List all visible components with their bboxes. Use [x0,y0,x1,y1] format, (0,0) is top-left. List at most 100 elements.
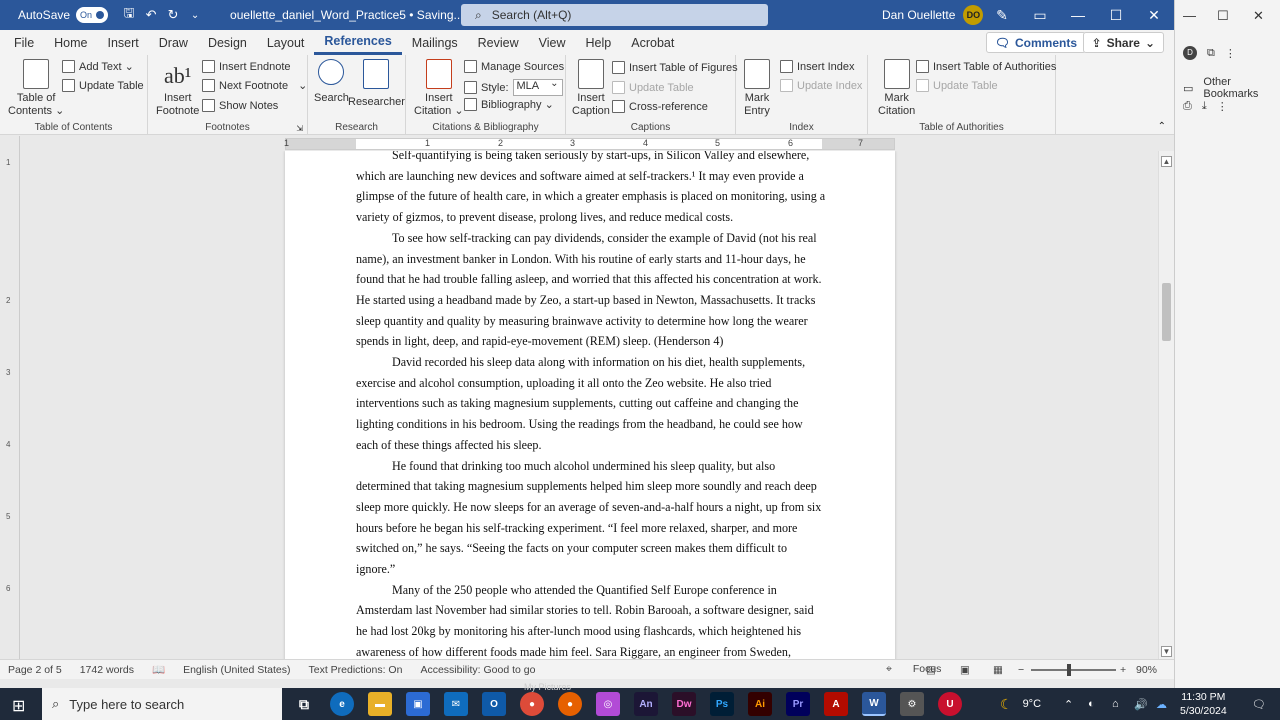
style-dropdown[interactable]: MLA [512,78,563,96]
tab-acrobat[interactable]: Acrobat [621,30,684,55]
paragraph[interactable]: To see how self-tracking can pay dividen… [356,228,826,352]
insert-caption-button[interactable]: Insert Caption [572,59,610,118]
show-notes-button[interactable]: Show Notes [202,99,278,112]
dialog-launcher-icon[interactable]: ⇲ [296,124,303,133]
other-bookmarks[interactable]: Other Bookmarks [1203,76,1280,100]
cross-reference-button[interactable]: Cross-reference [612,100,708,113]
download-icon[interactable]: ⤓ [1202,100,1207,113]
document-body[interactable]: Self-quantifying is being taken seriousl… [356,151,826,659]
tab-home[interactable]: Home [44,30,97,55]
save-icon[interactable]: 🖫 [118,4,140,26]
tab-insert[interactable]: Insert [98,30,149,55]
tab-review[interactable]: Review [468,30,529,55]
undo-icon[interactable]: ↶ [140,4,162,26]
insert-index-button[interactable]: Insert Index [780,60,854,73]
print-layout-icon[interactable]: ▣ [960,664,970,676]
outlook-icon[interactable]: O [482,692,506,716]
insert-table-of-figures-button[interactable]: Insert Table of Figures [612,61,738,74]
profile-icon[interactable]: D [1183,46,1197,60]
add-text-button[interactable]: Add Text ⌄ [62,60,134,73]
browser-minimize-icon[interactable]: — [1183,8,1196,23]
network-icon[interactable]: ⌂ [1112,688,1119,720]
firefox-icon[interactable]: ● [558,692,582,716]
update-table-button[interactable]: Update Table [62,79,144,92]
insert-citation-button[interactable]: Insert Citation ⌄ [414,59,464,118]
focus-mode[interactable]: ⌖ Focus [878,663,951,676]
paragraph[interactable]: Self-quantifying is being taken seriousl… [356,151,826,228]
tab-draw[interactable]: Draw [149,30,198,55]
tab-file[interactable]: File [0,30,44,55]
browser-maximize-icon[interactable]: ☐ [1217,8,1229,24]
document-area[interactable]: Self-quantifying is being taken seriousl… [21,151,1158,659]
insert-endnote-button[interactable]: Insert Endnote [202,60,291,73]
read-mode-icon[interactable]: ▤ [926,664,936,676]
insert-footnote-button[interactable]: ab¹ Insert Footnote [156,59,199,118]
next-footnote-button[interactable]: Next Footnote ⌄ [202,79,307,92]
update-table-figures-button[interactable]: Update Table [612,81,694,94]
autosave-toggle[interactable]: On [76,7,109,23]
security-app-icon[interactable]: U [938,692,962,716]
comments-button[interactable]: 🗨 Comments [985,32,1086,53]
zoom-out-icon[interactable]: − [1018,664,1024,676]
share-button[interactable]: ⇪ Share ⌄ [1082,32,1164,53]
paragraph[interactable]: David recorded his sleep data along with… [356,352,826,456]
volume-icon[interactable]: 🔊 [1134,688,1148,720]
language[interactable]: English (United States) [183,664,290,676]
zoom-level[interactable]: 90% [1136,664,1157,676]
tray-app-icon[interactable]: ◐ [1088,688,1095,720]
close-icon[interactable]: ✕ [1136,0,1172,30]
document-page[interactable]: Self-quantifying is being taken seriousl… [285,151,895,659]
customize-qat-icon[interactable]: ⌄ [184,4,206,26]
settings-icon[interactable]: ⚙ [900,692,924,716]
onedrive-icon[interactable]: ☁ [1156,688,1167,720]
proofing-icon[interactable]: 📖 [152,663,165,676]
search-box[interactable]: ⌕ Search (Alt+Q) [461,4,768,26]
tab-design[interactable]: Design [198,30,257,55]
designer-pen-icon[interactable]: ✎ [984,0,1020,30]
scroll-up-icon[interactable]: ▲ [1161,156,1172,167]
tab-mailings[interactable]: Mailings [402,30,468,55]
paragraph[interactable]: Many of the 250 people who attended the … [356,580,826,659]
chrome-icon[interactable]: ● [520,692,544,716]
acrobat-icon[interactable]: A [824,692,848,716]
premiere-icon[interactable]: Pr [786,692,810,716]
clock[interactable]: 11:30 PM 5/30/2024 [1180,690,1227,718]
tab-layout[interactable]: Layout [257,30,315,55]
edge-icon[interactable]: e [330,692,354,716]
mark-citation-button[interactable]: Mark Citation [878,59,915,118]
document-title[interactable]: ouellette_daniel_Word_Practice5 • Saving… [230,8,477,22]
table-of-contents-button[interactable]: Table of Contents ⌄ [8,59,64,118]
store-icon[interactable]: ▣ [406,692,430,716]
zoom-slider[interactable] [1031,664,1116,676]
researcher-button[interactable]: Researcher [348,59,405,109]
web-layout-icon[interactable]: ▦ [993,664,1003,676]
browser-menu-icon[interactable]: ⋮ [1225,47,1236,60]
collapse-ribbon-icon[interactable]: ⌃ [1158,121,1166,132]
page-count[interactable]: Page 2 of 5 [8,664,62,676]
scroll-down-icon[interactable]: ▼ [1161,646,1172,657]
photoshop-icon[interactable]: Ps [710,692,734,716]
scroll-thumb[interactable] [1162,283,1171,341]
update-index-button[interactable]: Update Index [780,79,862,92]
bibliography-button[interactable]: Bibliography ⌄ [464,98,554,111]
ribbon-display-icon[interactable]: ▭ [1022,0,1058,30]
style-selector[interactable]: Style: MLA [464,78,563,96]
word-icon[interactable]: W [862,692,886,716]
tab-view[interactable]: View [529,30,576,55]
mail-icon[interactable]: ✉ [444,692,468,716]
weather-widget[interactable]: ☾ 9°C [1000,688,1041,720]
search-button[interactable]: Search [314,59,349,105]
windows-start-icon[interactable]: ⊞ [12,696,25,716]
maximize-icon[interactable]: ☐ [1098,0,1134,30]
user-account[interactable]: Dan Ouellette DO [882,0,984,30]
autosave[interactable]: AutoSave On [0,7,109,23]
animate-icon[interactable]: An [634,692,658,716]
task-view-icon[interactable]: ⧉ [292,692,316,716]
browser-close-icon[interactable]: ✕ [1253,8,1264,24]
update-toa-button[interactable]: Update Table [916,79,998,92]
manage-sources-button[interactable]: Manage Sources [464,60,564,73]
tab-references[interactable]: References [314,30,402,55]
tray-chevron-icon[interactable]: ⌃ [1064,688,1073,720]
mark-entry-button[interactable]: Mark Entry [744,59,770,118]
word-count[interactable]: 1742 words [80,664,134,676]
